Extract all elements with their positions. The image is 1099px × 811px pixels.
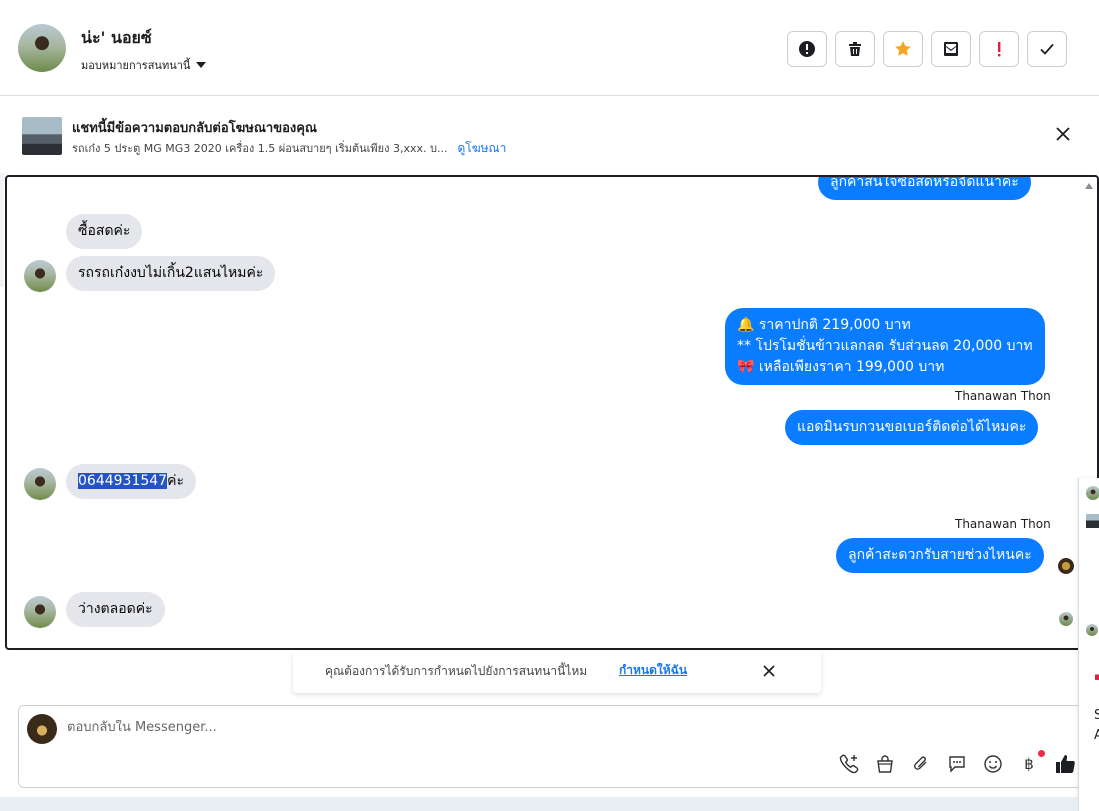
payment-button[interactable]: ฿	[1017, 750, 1045, 776]
promo-line: ** โปรโมชั่นข้าวแลกลด รับส่วนลด 20,000 บ…	[737, 338, 1033, 354]
contact-avatar[interactable]	[18, 24, 66, 72]
seen-indicator-avatar	[1059, 612, 1073, 626]
shopping-bag-icon	[877, 755, 893, 773]
star-icon	[895, 41, 911, 56]
assign-prompt-text: คุณต้องการได้รับการกำหนดไปยังการสนทนานี้…	[325, 664, 588, 678]
sender-name: Thanawan Thon	[955, 389, 1051, 403]
ad-description: รถเก๋ง 5 ประตู MG MG3 2020 เครื่อง 1.5 ผ…	[72, 142, 448, 155]
mail-unread-icon	[944, 42, 958, 56]
incoming-message: 0644931547ค่ะ	[66, 464, 196, 499]
ad-thumbnail[interactable]	[22, 117, 62, 155]
page-avatar	[1058, 558, 1074, 574]
attach-button[interactable]	[909, 752, 933, 776]
ad-banner-title: แชทนี้มีข้อความตอบกลับต่อโฆษณาของคุณ	[72, 121, 317, 136]
outgoing-message: ลูกค้าสะดวกรับสายช่วงไหนคะ	[836, 538, 1044, 573]
conversation-header: น่ะ' นอยซ์ มอบหมายการสนทนานี้	[0, 0, 1099, 96]
selected-phone-number[interactable]: 0644931547	[78, 473, 168, 489]
thumbs-up-icon	[1056, 755, 1075, 773]
close-icon[interactable]	[1054, 125, 1072, 143]
ad-reply-banner: แชทนี้มีข้อความตอบกลับต่อโฆษณาของคุณ รถเ…	[0, 97, 1099, 173]
side-panel-partial: ▪ S A	[1078, 478, 1099, 811]
scroll-up-arrow-icon[interactable]	[1085, 183, 1093, 189]
emoji-icon	[984, 755, 1002, 773]
message-composer: ฿	[18, 705, 1088, 788]
contact-avatar-small[interactable]	[1086, 624, 1098, 636]
outgoing-message: แอดมินรบกวนขอเบอร์ติดต่อได้ไหมคะ	[785, 410, 1039, 445]
baht-icon: ฿	[1024, 755, 1034, 773]
caret-down-icon	[196, 62, 207, 68]
outgoing-message: 🔔 ราคาปกติ 219,000 บาท ** โปรโมชั่นข้าวแ…	[725, 308, 1045, 385]
header-actions	[787, 31, 1067, 67]
view-ad-link[interactable]: ดูโฆษณา	[457, 139, 506, 158]
trash-icon	[849, 42, 861, 56]
sender-name: Thanawan Thon	[955, 517, 1051, 531]
delete-button[interactable]	[835, 31, 875, 67]
price-line: 🔔 ราคาปกติ 219,000 บาท	[737, 317, 911, 333]
exclamation-icon	[998, 42, 1001, 57]
report-spam-button[interactable]	[787, 31, 827, 67]
bottom-strip	[0, 797, 1078, 811]
final-price-line: 🎀 เหลือเพียงราคา 199,000 บาท	[737, 359, 945, 375]
contact-avatar-small[interactable]	[24, 596, 56, 628]
mark-done-button[interactable]	[1027, 31, 1067, 67]
contact-avatar-small[interactable]	[1086, 486, 1099, 500]
star-button[interactable]	[883, 31, 923, 67]
contact-avatar-small[interactable]	[24, 260, 56, 292]
follow-up-button[interactable]	[979, 31, 1019, 67]
assign-label: มอบหมายการสนทนานี้	[81, 59, 191, 72]
emoji-button[interactable]	[981, 752, 1005, 776]
bell-emoji-icon: 🔔	[737, 317, 755, 333]
call-plus-icon	[839, 754, 859, 774]
paperclip-icon	[914, 756, 927, 770]
notification-dot	[1038, 750, 1045, 757]
side-panel-text: S	[1094, 708, 1099, 723]
contact-name[interactable]: น่ะ' นอยซ์	[81, 26, 152, 51]
close-icon[interactable]	[761, 663, 777, 679]
ad-banner-description-row: รถเก๋ง 5 ประตู MG MG3 2020 เครื่อง 1.5 ผ…	[72, 139, 506, 158]
like-button[interactable]	[1053, 752, 1077, 776]
outgoing-message: ลูกค้าสนใจซื้อสดหรือจัดแนาคะ	[818, 177, 1031, 200]
incoming-message: รถรถเก๋งงบไม่เกิ้น2แสนไหมค่ะ	[66, 256, 276, 291]
saved-reply-icon	[949, 756, 965, 773]
incoming-message: ซื้อสดค่ะ	[66, 214, 143, 249]
assign-conversation-dropdown[interactable]: มอบหมายการสนทนานี้	[81, 56, 207, 74]
page-avatar	[27, 714, 57, 744]
reply-input[interactable]	[67, 720, 967, 735]
ad-thumbnail-small[interactable]	[1086, 514, 1099, 528]
side-panel-marker: ▪	[1094, 670, 1099, 683]
composer-toolbar: ฿	[837, 750, 1077, 776]
side-panel-text: A	[1094, 728, 1099, 743]
alert-circle-icon	[799, 41, 815, 57]
call-button[interactable]	[837, 752, 861, 776]
mark-unread-button[interactable]	[931, 31, 971, 67]
incoming-message: ว่างตลอดค่ะ	[66, 592, 165, 627]
assign-prompt-toast: คุณต้องการได้รับการกำหนดไปยังการสนทนานี้…	[293, 651, 821, 693]
message-thread[interactable]: ลูกค้าสนใจซื้อสดหรือจัดแนาคะ ซื้อสดค่ะ ร…	[5, 175, 1099, 650]
checkmark-icon	[1040, 43, 1054, 55]
ribbon-emoji-icon: 🎀	[737, 359, 755, 375]
contact-avatar-small[interactable]	[24, 468, 56, 500]
shop-button[interactable]	[873, 752, 897, 776]
assign-to-me-link[interactable]: กำหนดให้ฉัน	[619, 661, 687, 680]
saved-reply-button[interactable]	[945, 752, 969, 776]
